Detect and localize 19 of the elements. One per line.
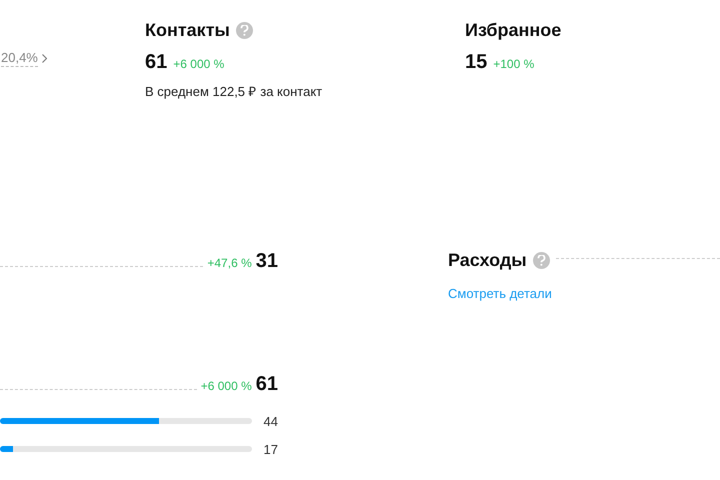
row-value: 31: [256, 250, 278, 273]
stat-title: Избранное: [465, 20, 562, 41]
stat-value: 61: [145, 51, 168, 74]
help-icon[interactable]: [532, 252, 550, 269]
section-title: Расходы: [448, 250, 527, 271]
details-link[interactable]: Смотреть детали: [448, 286, 552, 301]
change-percent: +47,6 %: [207, 256, 252, 270]
stat-value: 15: [465, 51, 488, 74]
row-value: 61: [256, 373, 278, 396]
change-percent[interactable]: 20,4%: [1, 50, 38, 67]
average-note: В среднем 122,5 ₽ за контакт: [145, 83, 324, 100]
change-percent: +6 000 %: [173, 57, 224, 71]
change-percent: +100 %: [493, 57, 534, 71]
stat-title: Контакты: [145, 20, 230, 41]
chevron-right-icon[interactable]: [42, 54, 47, 63]
help-icon[interactable]: [236, 22, 253, 39]
bar-value: 17: [262, 442, 278, 456]
bar-value: 44: [262, 414, 278, 428]
change-percent: +6 000 %: [200, 379, 252, 393]
